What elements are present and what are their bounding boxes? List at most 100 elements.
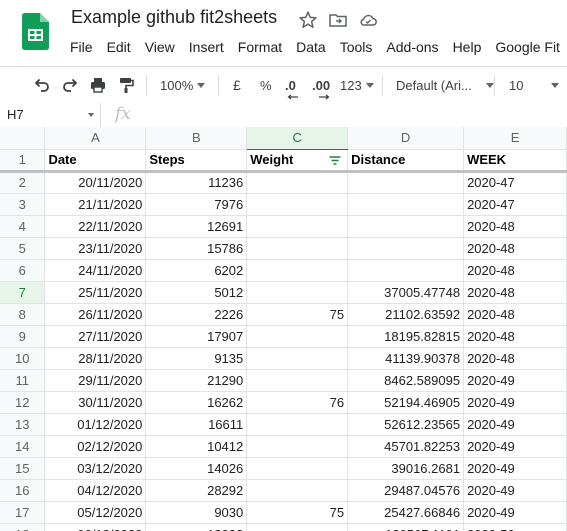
- cell-steps[interactable]: 2226: [145, 303, 248, 326]
- cell-steps[interactable]: 17907: [145, 325, 248, 348]
- cell-distance[interactable]: 45701.82253: [347, 435, 465, 458]
- row-header[interactable]: 10: [0, 347, 46, 370]
- row-header[interactable]: 18: [0, 523, 46, 531]
- cell-weight[interactable]: [246, 281, 349, 304]
- cell-week[interactable]: 2020-49: [463, 435, 567, 458]
- format-percent-button[interactable]: %: [260, 67, 272, 103]
- cell-week[interactable]: 2020-49: [463, 501, 567, 524]
- cell-steps[interactable]: 12691: [145, 215, 248, 238]
- select-all-corner[interactable]: [0, 127, 46, 150]
- name-box[interactable]: H7: [0, 103, 101, 127]
- cell-distance[interactable]: 18195.82815: [347, 325, 465, 348]
- cell-date[interactable]: 22/11/2020: [44, 215, 147, 238]
- cloud-status-icon[interactable]: [358, 10, 378, 30]
- cell-weight[interactable]: [246, 369, 349, 392]
- menu-insert[interactable]: Insert: [182, 38, 231, 56]
- menu-help[interactable]: Help: [446, 38, 489, 56]
- menu-file[interactable]: File: [63, 38, 100, 56]
- paint-format-button[interactable]: [117, 67, 135, 103]
- cell-date[interactable]: 26/11/2020: [44, 303, 147, 326]
- cell-weight[interactable]: [246, 479, 349, 502]
- cell-steps[interactable]: 14026: [145, 457, 248, 480]
- cell-week[interactable]: 2020-49: [463, 413, 567, 436]
- header-cell-distance[interactable]: Distance: [347, 149, 465, 173]
- cell-weight[interactable]: 76: [246, 391, 349, 414]
- undo-button[interactable]: [33, 67, 51, 103]
- cell-week[interactable]: 2020-48: [463, 325, 567, 348]
- cell-weight[interactable]: 75: [246, 501, 349, 524]
- cell-weight[interactable]: [246, 347, 349, 370]
- row-header[interactable]: 11: [0, 369, 46, 392]
- cell-weight[interactable]: [246, 435, 349, 458]
- cell-week[interactable]: 2020-48: [463, 215, 567, 238]
- cell-steps[interactable]: 16262: [145, 391, 248, 414]
- cell-weight[interactable]: [246, 457, 349, 480]
- cell-distance[interactable]: [347, 237, 465, 260]
- row-header[interactable]: 2: [0, 171, 46, 194]
- cell-distance[interactable]: 52612.23565: [347, 413, 465, 436]
- row-header[interactable]: 4: [0, 215, 46, 238]
- cell-distance[interactable]: 52194.46905: [347, 391, 465, 414]
- menu-tools[interactable]: Tools: [333, 38, 380, 56]
- menu-add-ons[interactable]: Add-ons: [379, 38, 445, 56]
- row-header[interactable]: 1: [0, 149, 46, 173]
- row-header[interactable]: 15: [0, 457, 46, 480]
- column-header-b[interactable]: B: [145, 127, 248, 150]
- cell-date[interactable]: 05/12/2020: [44, 501, 147, 524]
- cell-distance[interactable]: 29487.04576: [347, 479, 465, 502]
- cell-steps[interactable]: 5012: [145, 281, 248, 304]
- move-to-folder-icon[interactable]: [328, 10, 348, 30]
- cell-date[interactable]: 28/11/2020: [44, 347, 147, 370]
- cell-weight[interactable]: [246, 237, 349, 260]
- cell-date[interactable]: 25/11/2020: [44, 281, 147, 304]
- zoom-select[interactable]: 100%: [160, 67, 206, 103]
- cell-date[interactable]: 06/12/2020: [44, 523, 147, 531]
- cell-weight[interactable]: 75: [246, 303, 349, 326]
- row-header[interactable]: 14: [0, 435, 46, 458]
- cell-week[interactable]: 2020-48: [463, 259, 567, 282]
- cell-steps[interactable]: 6202: [145, 259, 248, 282]
- cell-steps[interactable]: 7976: [145, 193, 248, 216]
- cell-date[interactable]: 29/11/2020: [44, 369, 147, 392]
- menu-view[interactable]: View: [138, 38, 182, 56]
- decrease-decimal-button[interactable]: .0: [285, 67, 298, 103]
- cell-week[interactable]: 2020-47: [463, 193, 567, 216]
- header-cell-week[interactable]: WEEK: [463, 149, 567, 173]
- row-header[interactable]: 3: [0, 193, 46, 216]
- cell-date[interactable]: 30/11/2020: [44, 391, 147, 414]
- header-cell-weight[interactable]: Weight: [246, 149, 349, 173]
- cell-weight[interactable]: [246, 215, 349, 238]
- cell-steps[interactable]: 13222: [145, 523, 248, 531]
- cell-weight[interactable]: [246, 171, 349, 194]
- cell-steps[interactable]: 21290: [145, 369, 248, 392]
- row-header[interactable]: 13: [0, 413, 46, 436]
- filter-icon[interactable]: [329, 155, 341, 166]
- cell-week[interactable]: 2020-49: [463, 391, 567, 414]
- cell-date[interactable]: 03/12/2020: [44, 457, 147, 480]
- cell-date[interactable]: 01/12/2020: [44, 413, 147, 436]
- cell-distance[interactable]: [347, 171, 465, 194]
- cell-weight[interactable]: [246, 193, 349, 216]
- cell-week[interactable]: 2020-50: [463, 523, 567, 531]
- cell-week[interactable]: 2020-48: [463, 281, 567, 304]
- cell-weight[interactable]: [246, 523, 349, 531]
- cell-date[interactable]: 20/11/2020: [44, 171, 147, 194]
- row-header[interactable]: 7: [0, 281, 46, 304]
- menu-edit[interactable]: Edit: [100, 38, 138, 56]
- font-select[interactable]: Default (Ari...: [396, 67, 494, 103]
- star-icon[interactable]: [298, 10, 318, 30]
- sheets-logo-icon[interactable]: [22, 13, 49, 50]
- cell-week[interactable]: 2020-47: [463, 171, 567, 194]
- row-header[interactable]: 12: [0, 391, 46, 414]
- cell-distance[interactable]: 37005.47748: [347, 281, 465, 304]
- cell-week[interactable]: 2020-48: [463, 237, 567, 260]
- cell-date[interactable]: 27/11/2020: [44, 325, 147, 348]
- cell-steps[interactable]: 10412: [145, 435, 248, 458]
- row-header[interactable]: 17: [0, 501, 46, 524]
- column-header-e[interactable]: E: [463, 127, 567, 150]
- cell-week[interactable]: 2020-49: [463, 479, 567, 502]
- cell-steps[interactable]: 15786: [145, 237, 248, 260]
- cell-steps[interactable]: 9135: [145, 347, 248, 370]
- cell-distance[interactable]: 8462.589095: [347, 369, 465, 392]
- row-header[interactable]: 16: [0, 479, 46, 502]
